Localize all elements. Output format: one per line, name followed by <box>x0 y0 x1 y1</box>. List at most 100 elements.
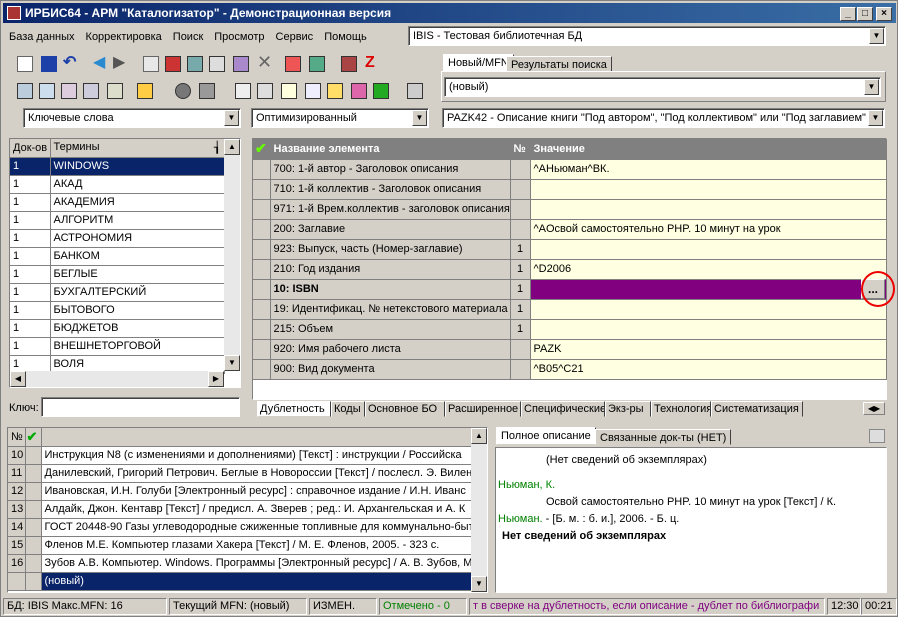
scroll-left-icon[interactable]: ◀ <box>10 371 26 387</box>
field-value[interactable]: ^AОсвой самостоятельно PHP. 10 минут на … <box>530 219 887 240</box>
worksheet-tab[interactable]: Экз-ры <box>605 401 651 417</box>
tab-linked-docs[interactable]: Связанные док-ты (НЕТ) <box>595 429 732 445</box>
terms-hscrollbar[interactable]: ◀ ▶ <box>10 371 224 387</box>
print-icon[interactable] <box>869 429 885 443</box>
copy-icon[interactable] <box>143 56 159 72</box>
field-value[interactable]: PAZK <box>530 339 887 360</box>
record-mark[interactable] <box>25 518 42 537</box>
field-row[interactable]: 920: Имя рабочего листа PAZK <box>253 339 887 360</box>
record-row[interactable]: 10 Инструкция N8 (с изменениями и дополне… <box>8 446 472 465</box>
barcode-icon[interactable] <box>341 56 357 72</box>
delete-x-icon[interactable]: ✕ <box>257 53 273 71</box>
minimize-button[interactable]: _ <box>840 7 856 21</box>
worksheet-tab[interactable]: Основное БО <box>365 401 445 417</box>
field-row[interactable]: 215: Объем 1 <box>253 319 887 340</box>
field-row[interactable]: 923: Выпуск, часть (Номер-заглавие) 1 <box>253 239 887 260</box>
record-select[interactable]: (новый) ▼ <box>444 77 881 97</box>
field-row[interactable]: 200: Заглавие ^AОсвой самостоятельно PHP.… <box>253 219 887 240</box>
scroll-right-icon[interactable]: ▶ <box>208 371 224 387</box>
sort-icon[interactable] <box>83 83 99 99</box>
pages-icon[interactable] <box>305 83 321 99</box>
field-value[interactable]: ^AНьюман^BК. <box>530 159 887 180</box>
field-row[interactable]: 900: Вид документа ^B05^C21 <box>253 359 887 380</box>
worksheet-tab[interactable]: Дублетность <box>257 401 331 417</box>
record-row[interactable]: 13 Алдайк, Джон. Кентавр [Текст] / предис… <box>8 500 472 519</box>
worksheet-tab[interactable]: Систематизация <box>711 401 803 417</box>
field-row[interactable]: 700: 1-й автор - Заголовок описания ^AНью… <box>253 159 887 180</box>
term-row[interactable]: 1 АСТРОНОМИЯ <box>10 229 225 248</box>
record-mark[interactable] <box>25 572 42 591</box>
z3950-icon[interactable]: Z <box>365 54 381 71</box>
new-document-icon[interactable] <box>17 56 33 72</box>
record-mark[interactable] <box>25 446 42 465</box>
record-row[interactable]: 16 Зубов А.В. Компьютер. Windows. Програм… <box>8 554 472 573</box>
field-value[interactable] <box>530 199 887 220</box>
term-row[interactable]: 1 БЕГЛЫЕ <box>10 265 225 284</box>
term-row[interactable]: 1 АЛГОРИТМ <box>10 211 225 230</box>
field-value[interactable] <box>530 319 887 340</box>
open-folder-icon[interactable] <box>327 83 343 99</box>
view-icon[interactable] <box>17 83 33 99</box>
fields-name-header[interactable]: Название элемента <box>270 139 511 160</box>
record-mark[interactable] <box>25 464 42 483</box>
import-icon[interactable] <box>285 56 301 72</box>
chevron-down-icon[interactable]: ▼ <box>868 110 883 126</box>
dictionary-select[interactable]: Ключевые слова ▼ <box>23 108 241 128</box>
scroll-up-icon[interactable]: ▲ <box>224 139 240 155</box>
field-value[interactable]: ^D2006 <box>530 259 887 280</box>
menu-help[interactable]: Помощь <box>324 31 367 43</box>
field-value[interactable]: ^B05^C21 <box>530 359 887 380</box>
edit-icon[interactable] <box>233 56 249 72</box>
record-mark[interactable] <box>25 536 42 555</box>
form-icon[interactable] <box>165 56 181 72</box>
mode-select[interactable]: Оптимизированный ▼ <box>251 108 429 128</box>
term-row[interactable]: 1 БЫТОВОГО <box>10 301 225 320</box>
fields-num-header[interactable]: № <box>510 139 531 160</box>
menu-service[interactable]: Сервис <box>276 31 314 43</box>
term-row[interactable]: 1 АКАДЕМИЯ <box>10 193 225 212</box>
mail-icon[interactable] <box>61 83 77 99</box>
fields-value-header[interactable]: Значение <box>530 139 887 160</box>
terms-term-header[interactable]: Термины ┧ <box>50 139 225 158</box>
report-icon[interactable] <box>281 83 297 99</box>
database-select[interactable]: IBIS - Тестовая библиотечная БД ▼ <box>408 26 886 46</box>
record-row[interactable]: 11 Данилевский, Григорий Петрович. Беглые… <box>8 464 472 483</box>
help-icon[interactable] <box>407 83 423 99</box>
tools-icon[interactable] <box>137 83 153 99</box>
export-icon[interactable] <box>309 56 325 72</box>
term-row[interactable]: 1 БАНКОМ <box>10 247 225 266</box>
term-row[interactable]: 1 ВНЕШНЕТОРГОВОЙ <box>10 337 225 356</box>
scroll-down-icon[interactable]: ▼ <box>471 576 487 592</box>
key-input[interactable] <box>41 397 240 417</box>
record-row[interactable]: 15 Фленов М.Е. Компьютер глазами Хакера [… <box>8 536 472 555</box>
tab-scroll-arrows[interactable]: ◀▶ <box>863 402 885 415</box>
close-button[interactable]: × <box>876 7 892 21</box>
search-icon[interactable] <box>175 83 191 99</box>
worksheet-tab[interactable]: Коды <box>331 401 365 417</box>
worksheet-tab[interactable]: Технология <box>651 401 711 417</box>
records-num-header[interactable]: № <box>8 428 26 447</box>
list-icon[interactable] <box>187 56 203 72</box>
field-row[interactable]: 210: Год издания 1 ^D2006 <box>253 259 887 280</box>
maximize-button[interactable]: □ <box>857 7 873 21</box>
scroll-down-icon[interactable]: ▼ <box>224 355 240 371</box>
terms-count-header[interactable]: Док-ов <box>10 139 51 158</box>
term-row[interactable]: 1 АКАД <box>10 175 225 194</box>
record-row[interactable]: (новый) <box>8 572 472 591</box>
field-value[interactable] <box>530 239 887 260</box>
scroll-up-icon[interactable]: ▲ <box>471 428 487 444</box>
field-row[interactable]: 10: ISBN 1 <box>253 279 887 300</box>
menu-edit[interactable]: Корректировка <box>86 31 162 43</box>
field-value[interactable] <box>530 179 887 200</box>
folder-icon[interactable] <box>199 83 215 99</box>
term-row[interactable]: 1 WINDOWS <box>10 157 225 176</box>
chevron-down-icon[interactable]: ▼ <box>869 28 884 44</box>
worksheet-select[interactable]: PAZK42 - Описание книги "Под автором", "… <box>442 108 885 128</box>
chevron-down-icon[interactable]: ▼ <box>864 79 879 95</box>
field-row[interactable]: 971: 1-й Врем.коллектив - заголовок опис… <box>253 199 887 220</box>
terms-vscrollbar[interactable]: ▲ ▼ <box>224 139 240 371</box>
chart-icon[interactable] <box>351 83 367 99</box>
chevron-down-icon[interactable]: ▼ <box>412 110 427 126</box>
menu-search[interactable]: Поиск <box>173 31 203 43</box>
tree-icon[interactable] <box>209 56 225 72</box>
